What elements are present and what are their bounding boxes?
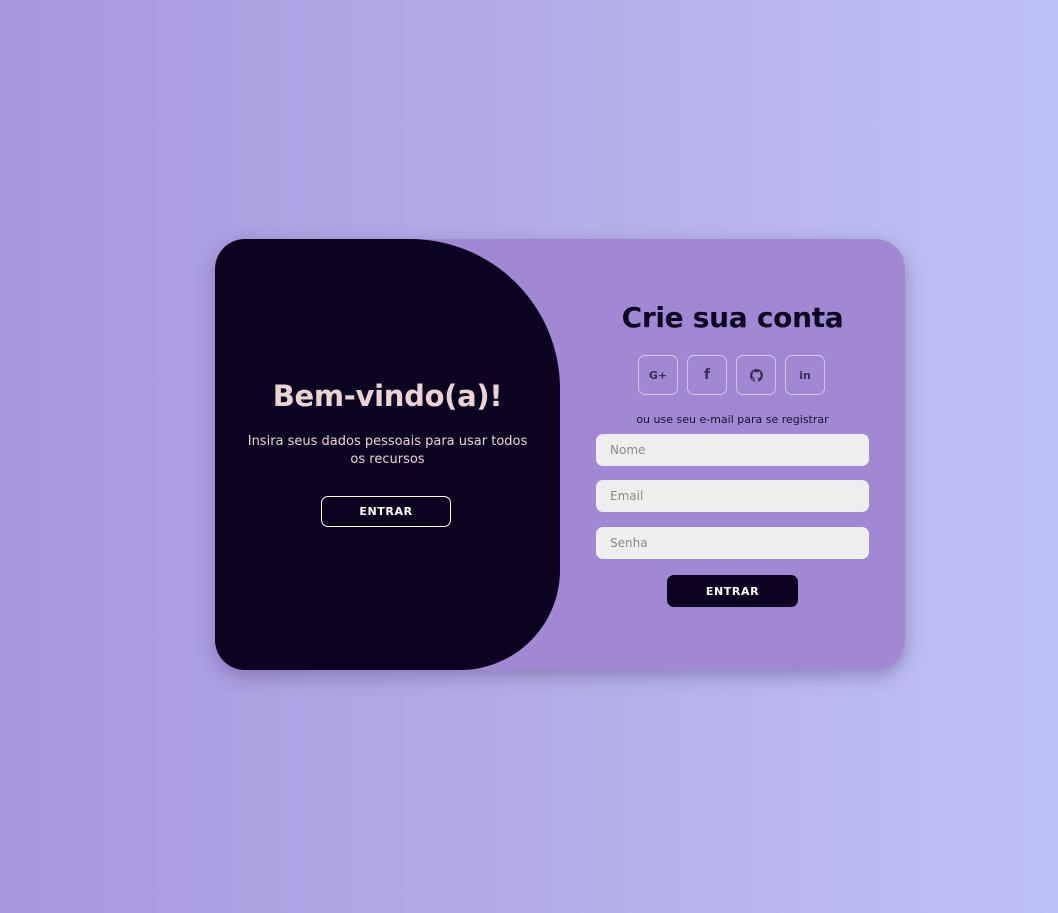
register-hint-text: ou use seu e-mail para se registrar: [636, 413, 829, 426]
linkedin-button[interactable]: in: [785, 355, 825, 395]
name-input[interactable]: [596, 434, 869, 466]
signup-submit-button[interactable]: ENTRAR: [667, 575, 798, 607]
google-plus-button[interactable]: G+: [638, 355, 678, 395]
welcome-panel: Bem-vindo(a)! Insira seus dados pessoais…: [215, 239, 560, 670]
signup-title: Crie sua conta: [621, 301, 844, 334]
facebook-button[interactable]: f: [687, 355, 727, 395]
welcome-title: Bem-vindo(a)!: [272, 379, 503, 413]
facebook-icon: f: [703, 367, 711, 383]
linkedin-icon: in: [799, 368, 811, 382]
auth-card: Bem-vindo(a)! Insira seus dados pessoais…: [215, 239, 905, 670]
email-input[interactable]: [596, 480, 869, 512]
signin-toggle-button[interactable]: ENTRAR: [321, 496, 451, 527]
welcome-text: Insira seus dados pessoais para usar tod…: [247, 434, 528, 467]
github-icon: [749, 368, 763, 382]
password-input[interactable]: [596, 527, 869, 559]
google-plus-icon: G+: [648, 368, 668, 382]
github-button[interactable]: [736, 355, 776, 395]
social-login-group: G+ f in: [638, 355, 825, 395]
